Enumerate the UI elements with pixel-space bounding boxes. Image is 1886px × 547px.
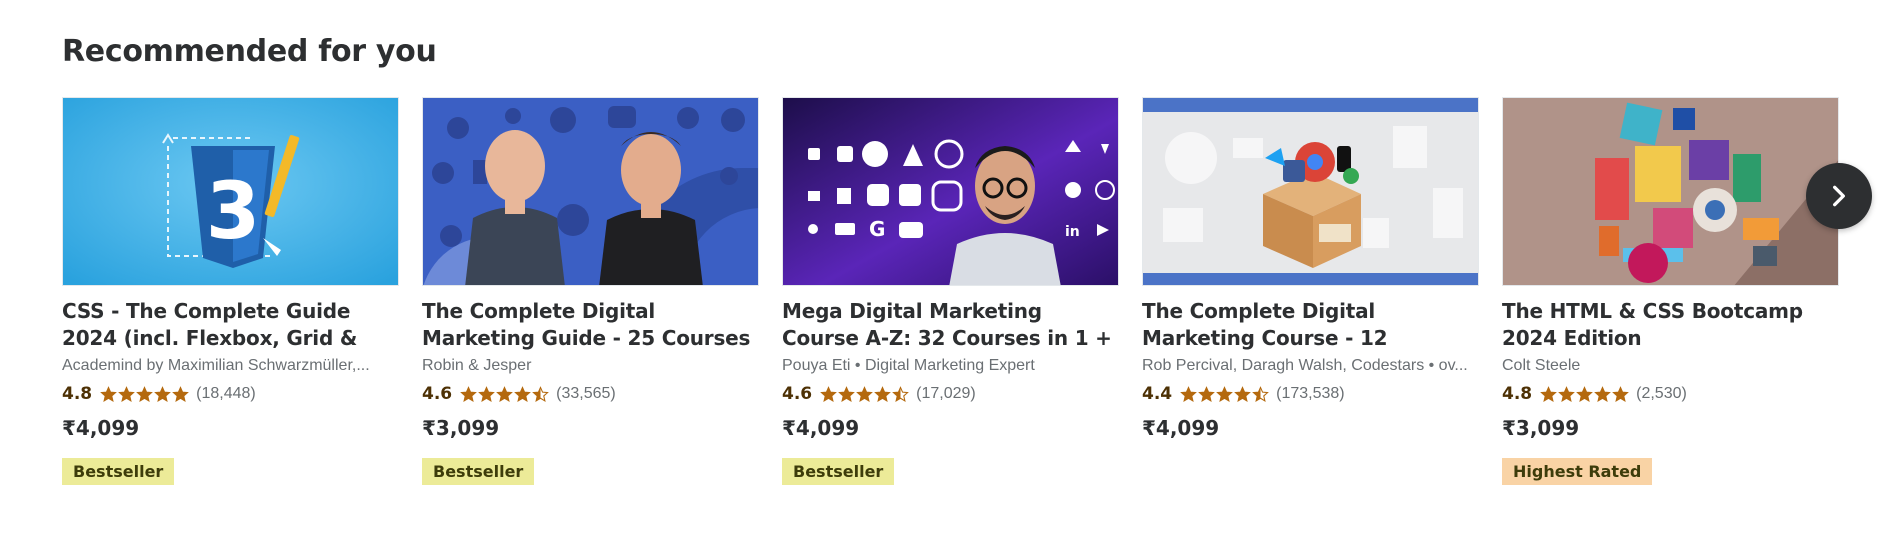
rating-value: 4.4 xyxy=(1142,384,1173,404)
marketing-icons: G in xyxy=(783,98,1118,285)
course-thumbnail[interactable] xyxy=(1142,97,1479,286)
star-icon xyxy=(856,385,873,402)
bestseller-badge: Bestseller xyxy=(62,458,175,485)
star-icon xyxy=(154,385,171,402)
star-icon xyxy=(892,385,909,402)
star-icon xyxy=(1576,385,1593,402)
course-thumbnail[interactable]: 3 xyxy=(62,97,399,286)
course-carousel: 3 CSS - The Complete Guide 2024 (incl. F… xyxy=(62,97,1842,517)
course-price: ₹4,099 xyxy=(1142,416,1220,440)
course-title[interactable]: The Complete Digital Marketing Course - … xyxy=(1142,298,1479,352)
star-rating xyxy=(820,385,910,403)
star-icon xyxy=(478,385,495,402)
star-icon xyxy=(838,385,855,402)
course-price: ₹3,099 xyxy=(422,416,500,440)
course-instructor: Pouya Eti • Digital Marketing Expert xyxy=(782,357,1035,374)
course-card[interactable]: The HTML & CSS Bootcamp 2024 Edition Col… xyxy=(1502,97,1839,485)
rating-row: 4.8 (2,530) xyxy=(1502,382,1839,406)
course-thumbnail[interactable] xyxy=(1502,97,1839,286)
rating-value: 4.8 xyxy=(62,384,93,404)
course-price: ₹3,099 xyxy=(1502,416,1580,440)
course-instructor: Academind by Maximilian Schwarzmüller,..… xyxy=(62,357,370,374)
star-icon xyxy=(1558,385,1575,402)
course-thumbnail[interactable] xyxy=(422,97,759,286)
course-title[interactable]: The Complete Digital Marketing Guide - 2… xyxy=(422,298,759,352)
review-count: (33,565) xyxy=(556,385,616,402)
course-title[interactable]: Mega Digital Marketing Course A-Z: 32 Co… xyxy=(782,298,1119,352)
course-title[interactable]: CSS - The Complete Guide 2024 (incl. Fle… xyxy=(62,298,399,352)
star-icon xyxy=(1612,385,1629,402)
course-card[interactable]: 3 CSS - The Complete Guide 2024 (incl. F… xyxy=(62,97,399,485)
star-icon xyxy=(1198,385,1215,402)
star-icon xyxy=(136,385,153,402)
course-instructor: Robin & Jesper xyxy=(422,357,532,374)
star-icon xyxy=(514,385,531,402)
rating-row: 4.6 (33,565) xyxy=(422,382,759,406)
review-count: (173,538) xyxy=(1276,385,1345,402)
star-rating xyxy=(1540,385,1630,403)
star-rating xyxy=(1180,385,1270,403)
star-icon xyxy=(532,385,549,402)
carousel-next-button[interactable] xyxy=(1806,163,1872,229)
course-card[interactable]: The Complete Digital Marketing Guide - 2… xyxy=(422,97,759,485)
chevron-right-icon xyxy=(1833,185,1845,207)
css3-logo-icon: 3 xyxy=(63,98,398,285)
rating-row: 4.4 (173,538) xyxy=(1142,382,1479,406)
box-of-logos-icon xyxy=(1143,98,1478,285)
review-count: (18,448) xyxy=(196,385,256,402)
course-price: ₹4,099 xyxy=(62,416,140,440)
star-icon xyxy=(1594,385,1611,402)
course-price: ₹4,099 xyxy=(782,416,860,440)
rating-value: 4.6 xyxy=(782,384,813,404)
course-instructor: Rob Percival, Daragh Walsh, Codestars • … xyxy=(1142,357,1468,374)
star-icon xyxy=(1234,385,1251,402)
star-icon xyxy=(496,385,513,402)
svg-text:in: in xyxy=(1065,224,1080,240)
course-instructor: Colt Steele xyxy=(1502,357,1581,374)
svg-text:3: 3 xyxy=(206,167,260,257)
svg-text:G: G xyxy=(869,217,885,241)
rating-value: 4.6 xyxy=(422,384,453,404)
star-icon xyxy=(100,385,117,402)
review-count: (2,530) xyxy=(1636,385,1687,402)
rating-value: 4.8 xyxy=(1502,384,1533,404)
rating-row: 4.6 (17,029) xyxy=(782,382,1119,406)
rating-row: 4.8 (18,448) xyxy=(62,382,399,406)
star-icon xyxy=(1180,385,1197,402)
course-title[interactable]: The HTML & CSS Bootcamp 2024 Edition xyxy=(1502,298,1839,352)
star-rating xyxy=(460,385,550,403)
star-icon xyxy=(874,385,891,402)
star-icon xyxy=(118,385,135,402)
star-icon xyxy=(1252,385,1269,402)
review-count: (17,029) xyxy=(916,385,976,402)
star-icon xyxy=(1216,385,1233,402)
course-card[interactable]: The Complete Digital Marketing Course - … xyxy=(1142,97,1479,444)
bestseller-badge: Bestseller xyxy=(782,458,895,485)
section-title: Recommended for you xyxy=(62,34,437,69)
star-rating xyxy=(100,385,190,403)
star-icon xyxy=(820,385,837,402)
star-icon xyxy=(460,385,477,402)
social-media-icons xyxy=(423,98,758,285)
bestseller-badge: Bestseller xyxy=(422,458,535,485)
course-thumbnail[interactable]: G in xyxy=(782,97,1119,286)
star-icon xyxy=(1540,385,1557,402)
highest-rated-badge: Highest Rated xyxy=(1502,458,1653,485)
star-icon xyxy=(172,385,189,402)
abstract-shapes-icon xyxy=(1503,98,1838,285)
course-card[interactable]: G in Mega Digital Marketing Course A-Z: … xyxy=(782,97,1119,485)
